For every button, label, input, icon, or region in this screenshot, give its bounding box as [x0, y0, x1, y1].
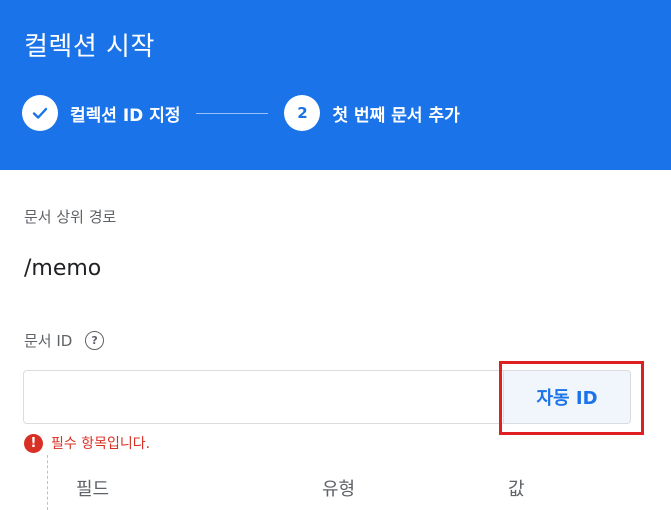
- dialog-header: 컬렉션 시작 컬렉션 ID 지정 2 첫 번째 문서 추가: [0, 0, 671, 170]
- column-header-value: 값: [508, 479, 525, 500]
- stepper: 컬렉션 ID 지정 2 첫 번째 문서 추가: [22, 94, 460, 132]
- error-icon: !: [24, 433, 43, 453]
- document-id-label-row: 문서 ID ?: [24, 330, 105, 351]
- auto-id-button[interactable]: 자동 ID: [503, 370, 631, 424]
- field-tree-line: [47, 455, 48, 510]
- error-message: 필수 항목입니다.: [51, 436, 151, 452]
- column-header-type: 유형: [322, 479, 356, 500]
- help-icon[interactable]: ?: [85, 331, 105, 350]
- column-header-field: 필드: [76, 479, 110, 500]
- step-2-label: 첫 번째 문서 추가: [332, 105, 460, 126]
- check-icon: [32, 107, 48, 119]
- dialog-title: 컬렉션 시작: [24, 32, 155, 62]
- error-row: ! 필수 항목입니다.: [24, 433, 150, 453]
- parent-path-value: /memo: [24, 256, 102, 281]
- document-id-label: 문서 ID: [24, 332, 73, 350]
- step-1-check-icon: [22, 95, 58, 131]
- step-2-number: 2: [284, 95, 321, 131]
- parent-path-label: 문서 상위 경로: [24, 208, 117, 226]
- dialog-body: 문서 상위 경로 /memo 문서 ID ? 자동 ID ! 필수 항목입니다.…: [0, 170, 671, 510]
- step-connector: [196, 112, 269, 114]
- step-1-label: 컬렉션 ID 지정: [70, 105, 181, 126]
- document-id-input[interactable]: [23, 370, 503, 424]
